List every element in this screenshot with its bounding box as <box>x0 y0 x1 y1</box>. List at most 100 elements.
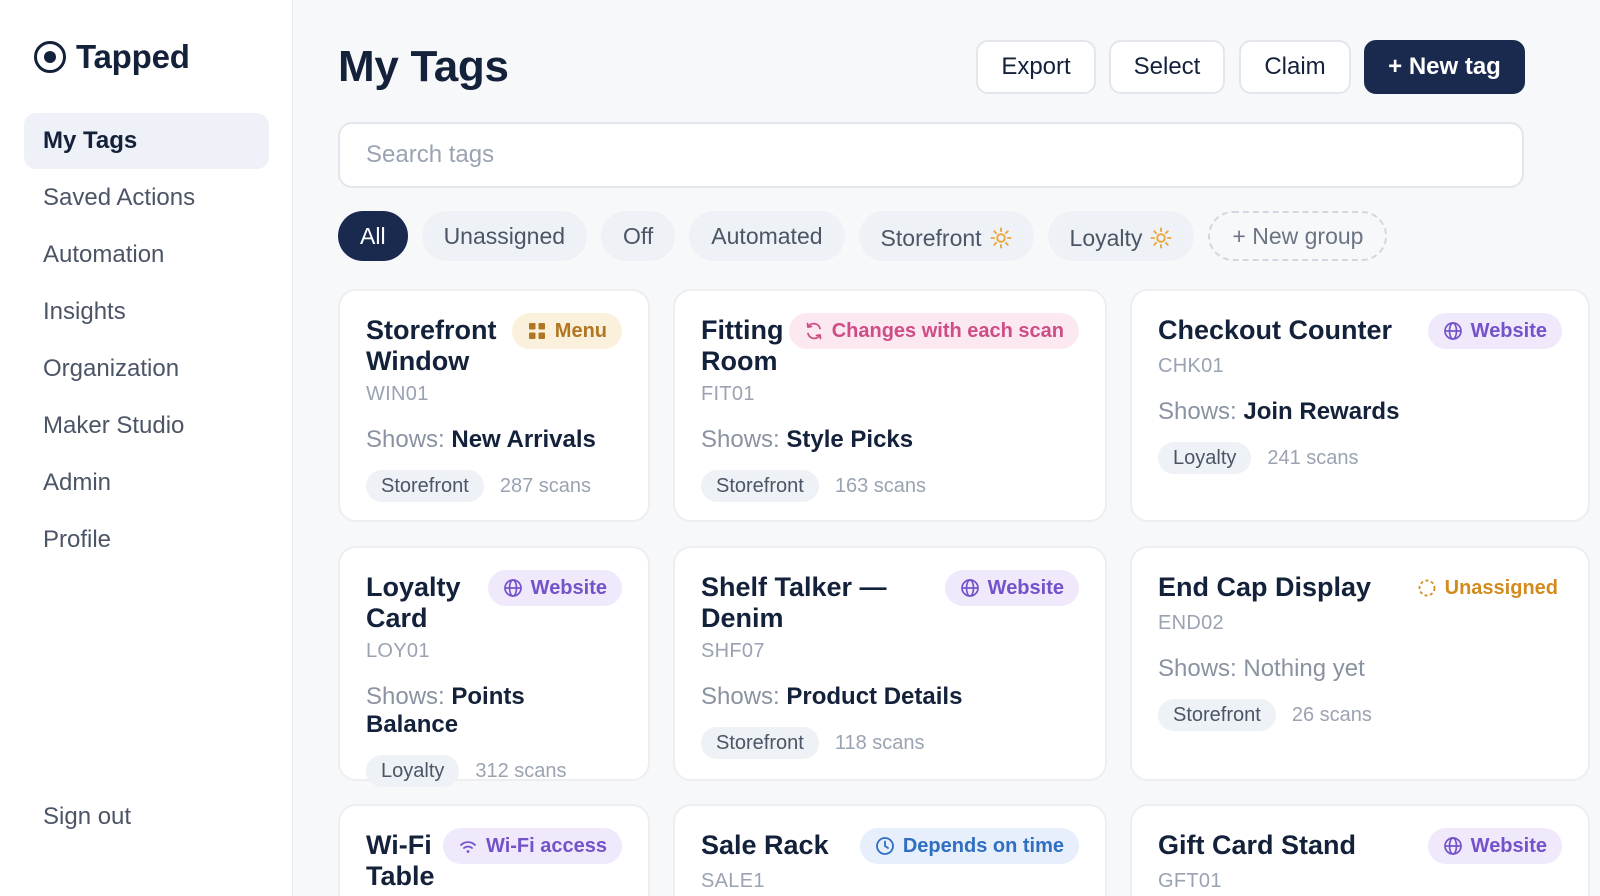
scan-count: 241 scans <box>1267 446 1359 469</box>
tag-title: Checkout Counter <box>1158 315 1393 345</box>
group-pill: Storefront <box>1158 699 1276 731</box>
group-pill: Storefront <box>366 470 484 502</box>
tag-card[interactable]: Gift Card Stand Website GFT01 <box>1130 804 1590 896</box>
filter-chip-label: Unassigned <box>443 222 566 249</box>
tag-card[interactable]: Sale Rack Depends on time SALE1 <box>673 804 1107 896</box>
sidebar-item-saved-actions[interactable]: Saved Actions <box>24 170 269 226</box>
search-input[interactable] <box>338 122 1524 188</box>
sidebar-item-maker-studio[interactable]: Maker Studio <box>24 398 269 454</box>
page-title: My Tags <box>338 42 509 91</box>
badge-label: Website <box>530 576 607 599</box>
tag-title: Fitting Room <box>701 315 784 376</box>
grid-icon <box>528 323 545 339</box>
badge-label: Website <box>987 576 1064 599</box>
tag-card[interactable]: Loyalty Card Website LOY01 Shows: Points… <box>338 546 650 787</box>
sidebar-item-my-tags[interactable]: My Tags <box>24 113 269 169</box>
globe-icon <box>503 579 522 597</box>
action-badge: Changes with each scan <box>788 313 1079 349</box>
globe-icon <box>1443 322 1462 340</box>
shows-label: Shows: <box>701 683 780 710</box>
action-badge: Depends on time <box>859 828 1079 864</box>
filter-chip-automated[interactable]: Automated <box>689 211 845 261</box>
new-tag-button[interactable]: + New tag <box>1364 40 1525 94</box>
badge-label: Depends on time <box>902 834 1064 857</box>
scan-count: 287 scans <box>499 474 591 497</box>
shows-value: Style Picks <box>786 426 914 453</box>
action-badge: Website <box>1427 828 1562 864</box>
shows-value: Nothing yet <box>1243 655 1365 682</box>
select-button[interactable]: Select <box>1109 40 1225 94</box>
filter-chip-off[interactable]: Off <box>601 211 676 261</box>
tag-card[interactable]: Storefront Window Menu WIN01 Shows: New … <box>338 289 650 522</box>
filter-chip-label: Off <box>623 222 654 249</box>
sun-icon <box>990 227 1012 249</box>
tag-title: Shelf Talker — Denim <box>701 572 887 633</box>
shows-value: New Arrivals <box>451 426 596 453</box>
shows-value: Product Details <box>786 683 963 710</box>
tag-code: SHF07 <box>701 640 765 662</box>
filter-chip-label: Storefront <box>880 224 982 251</box>
tag-title: Sale Rack <box>701 830 829 860</box>
filter-chip-loyalty[interactable]: Loyalty <box>1047 211 1195 261</box>
sun-icon <box>1150 227 1172 249</box>
new-group-chip[interactable]: + New group <box>1208 211 1388 261</box>
tag-card[interactable]: Checkout Counter Website CHK01 Shows: Jo… <box>1130 289 1590 522</box>
sidebar-item-admin[interactable]: Admin <box>24 455 269 511</box>
tag-code: CHK01 <box>1158 355 1224 377</box>
tag-code: END02 <box>1158 612 1224 634</box>
filter-chip-all[interactable]: All <box>338 211 408 261</box>
filter-chip-label: + New group <box>1232 222 1364 249</box>
tag-shows: Shows: Style Picks <box>701 426 1079 454</box>
tag-code: WIN01 <box>366 383 429 405</box>
globe-icon <box>1443 837 1462 855</box>
tag-card[interactable]: End Cap Display Unassigned END02 Shows: … <box>1130 546 1590 781</box>
filter-chips: All Unassigned Off Automated Storefront … <box>338 211 1388 261</box>
sidebar-item-profile[interactable]: Profile <box>24 512 269 568</box>
sidebar: Tapped My Tags Saved Actions Automation … <box>0 0 293 896</box>
sidebar-item-automation[interactable]: Automation <box>24 227 269 283</box>
wifi-icon <box>460 841 476 853</box>
group-pill: Loyalty <box>1158 442 1252 474</box>
badge-label: Changes with each scan <box>831 319 1064 342</box>
filter-chip-label: Loyalty <box>1069 224 1143 251</box>
filter-chip-label: All <box>360 222 386 249</box>
tag-code: SALE1 <box>701 870 765 892</box>
brand[interactable]: Tapped <box>34 38 190 76</box>
refresh-icon <box>806 322 822 340</box>
sign-out-link[interactable]: Sign out <box>43 803 131 831</box>
badge-label: Unassigned <box>1444 576 1558 599</box>
scan-count: 26 scans <box>1291 703 1372 726</box>
export-button[interactable]: Export <box>976 40 1096 94</box>
tag-shows: Shows: Nothing yet <box>1158 655 1562 683</box>
action-badge: Menu <box>511 313 622 349</box>
app-name: Tapped <box>76 38 190 75</box>
shows-label: Shows: <box>366 426 445 453</box>
dashed-circle-icon <box>1418 579 1436 597</box>
badge-label: Website <box>1470 319 1547 342</box>
badge-label: Website <box>1470 834 1547 857</box>
filter-chip-storefront[interactable]: Storefront <box>858 211 1034 261</box>
tag-title: Gift Card Stand <box>1158 830 1357 860</box>
tag-card[interactable]: Fitting Room Changes with each scan FIT0… <box>673 289 1107 522</box>
shows-value: Join Rewards <box>1243 398 1400 425</box>
claim-button[interactable]: Claim <box>1239 40 1351 94</box>
action-badge: Wi-Fi access <box>443 828 622 864</box>
globe-icon <box>960 579 979 597</box>
tag-card[interactable]: Wi-Fi Table Wi-Fi access <box>338 804 650 896</box>
filter-chip-unassigned[interactable]: Unassigned <box>421 211 588 261</box>
badge-label: Wi-Fi access <box>486 834 607 857</box>
shows-label: Shows: <box>1158 398 1237 425</box>
scan-count: 118 scans <box>834 731 925 754</box>
tag-shows: Shows: Product Details <box>701 683 1079 711</box>
tag-shows: Shows: New Arrivals <box>366 426 622 454</box>
tag-shows: Shows: Points Balance <box>366 683 622 739</box>
tag-code: LOY01 <box>366 640 430 662</box>
sidebar-item-organization[interactable]: Organization <box>24 341 269 397</box>
tag-title: Storefront Window <box>366 315 497 376</box>
tag-card[interactable]: Shelf Talker — Denim Website SHF07 Shows… <box>673 546 1107 781</box>
action-badge: Website <box>1427 313 1562 349</box>
tag-title: Wi-Fi Table <box>366 830 435 891</box>
sidebar-nav: My Tags Saved Actions Automation Insight… <box>24 113 269 569</box>
sidebar-item-insights[interactable]: Insights <box>24 284 269 340</box>
clock-icon <box>875 837 894 855</box>
